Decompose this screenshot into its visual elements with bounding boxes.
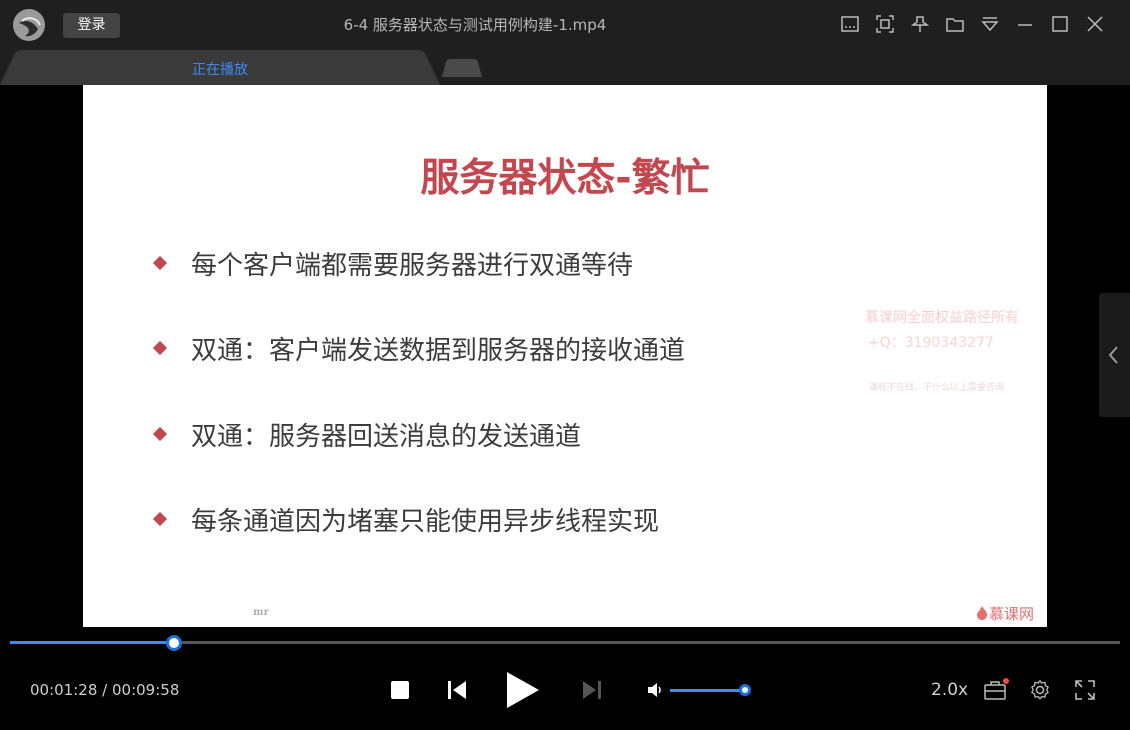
skip-next-icon <box>583 681 601 699</box>
progress-fill <box>10 641 175 644</box>
play-button[interactable] <box>504 670 542 714</box>
bullet-diamond-icon <box>152 426 168 442</box>
login-button[interactable]: 登录 <box>63 13 120 38</box>
pin-icon[interactable] <box>909 13 931 35</box>
tab-bar: 正在播放 <box>0 50 1130 85</box>
slide-bullet: 每个客户端都需要服务器进行双通等待 <box>152 245 1013 285</box>
fullscreen-button[interactable] <box>1074 679 1096 705</box>
bullet-text: 双通：客户端发送数据到服务器的接收通道 <box>191 336 686 366</box>
volume-handle[interactable] <box>739 684 751 696</box>
menu-icon[interactable] <box>979 13 1001 35</box>
close-icon[interactable] <box>1084 13 1106 35</box>
subtitle-icon[interactable] <box>839 13 861 35</box>
watermark-text: 慕课网全面权益路径所有 <box>865 310 1019 326</box>
speaker-icon <box>648 683 661 697</box>
screenshot-icon[interactable] <box>874 13 896 35</box>
time-separator: / <box>102 681 108 699</box>
watermark-text: 课程不在线，不什么以上需要咨询 <box>869 383 1005 393</box>
bullet-diamond-icon <box>152 340 168 356</box>
next-button[interactable] <box>581 679 603 705</box>
stop-button[interactable] <box>390 680 410 704</box>
chevron-left-icon <box>1108 346 1118 364</box>
watermark-text: +Q：3190343277 <box>868 335 994 351</box>
playlist-toggle[interactable] <box>1099 293 1130 417</box>
total-time: 00:09:58 <box>112 681 180 699</box>
settings-button[interactable] <box>1029 679 1051 705</box>
gear-icon <box>1031 679 1049 700</box>
volume-button[interactable] <box>646 681 664 703</box>
maximize-icon[interactable] <box>1049 13 1071 35</box>
toolbox-icon <box>984 678 1009 700</box>
current-time: 00:01:28 <box>30 681 98 699</box>
volume-fill <box>670 689 745 692</box>
time-display: 00:01:28 / 00:09:58 <box>30 681 179 699</box>
video-frame: 服务器状态-繁忙 每个客户端都需要服务器进行双通等待 双通：客户端发送数据到服务… <box>83 85 1047 627</box>
slide-footer-mark: mr <box>253 607 269 618</box>
skip-previous-icon <box>448 681 466 699</box>
volume-slider[interactable] <box>670 689 745 692</box>
bullet-diamond-icon <box>152 255 168 271</box>
slide-title: 服务器状态-繁忙 <box>420 156 710 201</box>
stop-icon <box>391 681 409 699</box>
bullet-diamond-icon <box>152 511 168 527</box>
slide-bullet: 每条通道因为堵塞只能使用异步线程实现 <box>152 501 1013 541</box>
bullet-text: 每个客户端都需要服务器进行双通等待 <box>191 251 634 281</box>
tab-now-playing[interactable]: 正在播放 <box>0 50 440 85</box>
app-logo-icon <box>13 9 45 41</box>
previous-button[interactable] <box>446 679 468 705</box>
title-bar: 登录 6-4 服务器状态与测试用例构建-1.mp4 <box>0 0 1130 50</box>
brand-logo: 慕课网 <box>975 603 1034 624</box>
speed-button[interactable]: 2.0x <box>931 680 968 700</box>
tab-now-playing-label: 正在播放 <box>192 62 248 78</box>
slide-bullet: 双通：服务器回送消息的发送通道 <box>152 416 1013 456</box>
brand-text: 慕课网 <box>989 605 1035 623</box>
folder-icon[interactable] <box>944 13 966 35</box>
bullet-text: 双通：服务器回送消息的发送通道 <box>191 422 582 452</box>
bullet-text: 每条通道因为堵塞只能使用异步线程实现 <box>191 507 660 537</box>
video-area[interactable]: 服务器状态-繁忙 每个客户端都需要服务器进行双通等待 双通：客户端发送数据到服务… <box>0 85 1130 627</box>
window-title: 6-4 服务器状态与测试用例构建-1.mp4 <box>343 16 607 34</box>
toolbox-button[interactable] <box>983 678 1009 706</box>
minimize-icon[interactable] <box>1014 13 1036 35</box>
play-icon <box>507 672 539 708</box>
fullscreen-icon <box>1075 680 1095 700</box>
new-tab-button[interactable] <box>442 59 482 77</box>
flame-icon <box>977 606 988 620</box>
player-controls: 00:01:28 / 00:09:58 2.0x <box>0 627 1130 730</box>
progress-handle[interactable] <box>166 635 183 651</box>
